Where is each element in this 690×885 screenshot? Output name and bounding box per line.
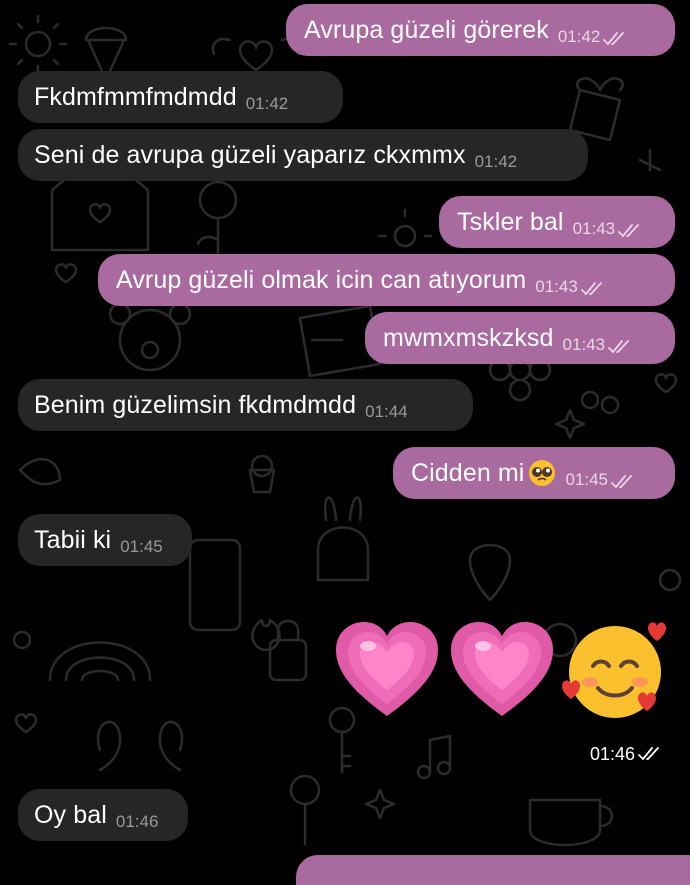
- growing-heart-emoji: [336, 622, 438, 716]
- message-text: Seni de avrupa güzeli yaparız ckxmmx: [34, 140, 466, 169]
- message-bubble-outgoing[interactable]: mwmxmskzksd 01:43: [365, 312, 675, 364]
- message-bubble-incoming[interactable]: Benim güzelimsin fkdmdmdd 01:44: [18, 379, 473, 431]
- message-bubble-outgoing[interactable]: Avrup güzeli olmak icin can atıyorum 01:…: [98, 254, 675, 306]
- message-text: Oy bal: [34, 800, 107, 829]
- message-text: Tskler bal: [457, 207, 564, 236]
- message-bubble-outgoing[interactable]: Tskler bal 01:43: [439, 196, 675, 248]
- message-time: 01:43: [535, 277, 578, 296]
- pleading-face-emoji: [529, 460, 556, 486]
- double-check-icon: [608, 340, 629, 354]
- message-bubble-incoming[interactable]: Fkdmfmmfmdmdd 01:42: [18, 71, 343, 123]
- message-time: 01:42: [474, 152, 518, 171]
- message-time: 01:45: [120, 537, 163, 556]
- smiling-face-with-hearts-emoji: [562, 622, 666, 718]
- message-time: 01:42: [557, 27, 601, 46]
- message-text: Tabii ki: [34, 525, 112, 554]
- message-bubble-incoming[interactable]: Seni de avrupa güzeli yaparız ckxmmx 01:…: [18, 129, 588, 181]
- message-time: 01:44: [365, 402, 408, 421]
- message-text: Avrupa güzeli görerek: [304, 15, 549, 44]
- message-time: 01:43: [572, 219, 616, 238]
- growing-heart-emoji: [451, 622, 553, 716]
- message-text: Fkdmfmmfmdmdd: [34, 82, 237, 111]
- emoji-message[interactable]: [332, 612, 677, 727]
- message-time: 01:43: [562, 335, 606, 354]
- message-text: Avrup güzeli olmak icin can atıyorum: [116, 265, 527, 294]
- double-check-icon: [603, 32, 625, 46]
- message-bubble-incoming[interactable]: Oy bal 01:46: [18, 789, 188, 841]
- message-text: Cidden mi: [411, 458, 525, 487]
- double-check-icon: [580, 282, 602, 296]
- emoji-message-meta: 01:46: [590, 744, 662, 765]
- message-time: 01:42: [245, 94, 289, 113]
- message-time: 01:46: [115, 812, 159, 831]
- double-check-icon: [611, 475, 632, 489]
- double-check-icon: [618, 224, 640, 238]
- message-time: 01:45: [565, 470, 608, 489]
- message-time: 01:46: [589, 744, 635, 764]
- message-bubble-outgoing[interactable]: Avrupa güzeli görerek 01:42: [286, 4, 675, 56]
- double-check-icon: [638, 747, 659, 761]
- message-text: Benim güzelimsin fkdmdmdd: [34, 390, 357, 419]
- message-bubble-incoming[interactable]: Tabii ki 01:45: [18, 514, 192, 566]
- message-text: mwmxmskzksd: [383, 323, 554, 352]
- message-bubble-outgoing-partial[interactable]: [296, 855, 690, 885]
- message-bubble-outgoing[interactable]: Cidden mi 01:45: [393, 447, 675, 499]
